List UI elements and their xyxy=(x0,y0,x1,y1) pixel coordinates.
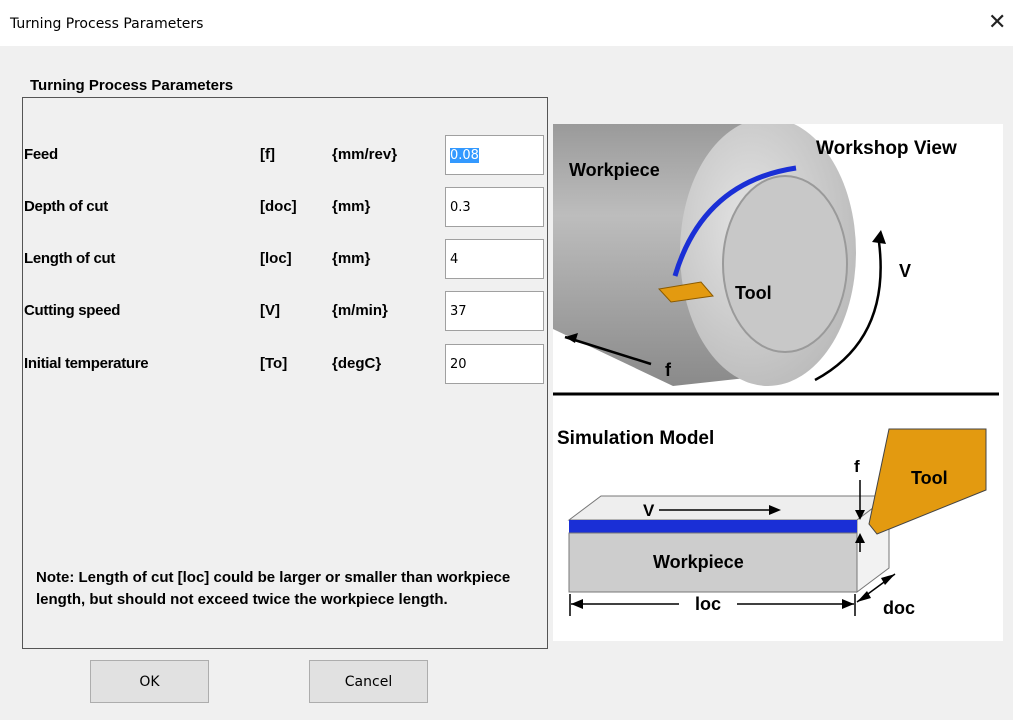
window-title: Turning Process Parameters xyxy=(10,16,204,32)
feed-symbol: [f] xyxy=(260,146,275,163)
sim-chip-layer xyxy=(569,520,857,533)
param-row-length-of-cut: Length of cut [loc] {mm} xyxy=(22,239,548,279)
cutting-speed-symbol: [V] xyxy=(260,302,280,319)
param-row-initial-temperature: Initial temperature [To] {degC} xyxy=(22,344,548,384)
feed-label: Feed xyxy=(24,146,58,163)
cancel-button[interactable]: Cancel xyxy=(309,660,428,703)
length-of-cut-unit: {mm} xyxy=(332,250,371,267)
param-row-cutting-speed: Cutting speed [V] {m/min} xyxy=(22,291,548,331)
cylinder-inner-step xyxy=(722,175,848,353)
simulation-model-title: Simulation Model xyxy=(557,428,714,449)
sim-f-label: f xyxy=(854,457,860,476)
loc-label: loc xyxy=(695,594,721,614)
close-icon[interactable]: ✕ xyxy=(988,11,1006,33)
sim-tool-label: Tool xyxy=(911,468,948,488)
cutting-speed-label: Cutting speed xyxy=(24,302,121,319)
workshop-view-title: Workshop View xyxy=(816,138,957,159)
note-text: Note: Length of cut [loc] could be large… xyxy=(36,569,511,608)
turning-diagram-svg: Workpiece Tool Workshop View V f Simulat… xyxy=(553,118,1003,641)
initial-temperature-input[interactable] xyxy=(445,344,544,384)
turning-diagram: Workpiece Tool Workshop View V f Simulat… xyxy=(553,118,1003,641)
depth-of-cut-label: Depth of cut xyxy=(24,198,108,215)
doc-label: doc xyxy=(883,598,915,618)
depth-of-cut-symbol: [doc] xyxy=(260,198,297,215)
feed-input[interactable] xyxy=(445,135,544,175)
ok-button[interactable]: OK xyxy=(90,660,209,703)
cutting-speed-unit: {m/min} xyxy=(332,302,388,319)
workshop-tool-label: Tool xyxy=(735,283,772,303)
length-of-cut-symbol: [loc] xyxy=(260,250,292,267)
workshop-workpiece-label: Workpiece xyxy=(569,160,660,180)
depth-of-cut-input[interactable] xyxy=(445,187,544,227)
workshop-f-label: f xyxy=(665,360,672,380)
length-of-cut-input[interactable] xyxy=(445,239,544,279)
param-row-depth-of-cut: Depth of cut [doc] {mm} xyxy=(22,187,548,227)
initial-temperature-unit: {degC} xyxy=(332,355,382,372)
feed-unit: {mm/rev} xyxy=(332,146,398,163)
group-title: Turning Process Parameters xyxy=(30,77,234,94)
initial-temperature-symbol: [To] xyxy=(260,355,288,372)
param-row-feed: Feed [f] {mm/rev} xyxy=(22,135,548,175)
title-bar: Turning Process Parameters ✕ xyxy=(0,0,1013,46)
sim-block-top xyxy=(567,495,891,521)
depth-of-cut-unit: {mm} xyxy=(332,198,371,215)
initial-temperature-label: Initial temperature xyxy=(24,355,149,372)
cutting-speed-input[interactable] xyxy=(445,291,544,331)
length-of-cut-label: Length of cut xyxy=(24,250,116,267)
sim-v-label: V xyxy=(643,501,655,520)
workshop-v-label: V xyxy=(899,261,911,281)
sim-workpiece-label: Workpiece xyxy=(653,552,744,572)
